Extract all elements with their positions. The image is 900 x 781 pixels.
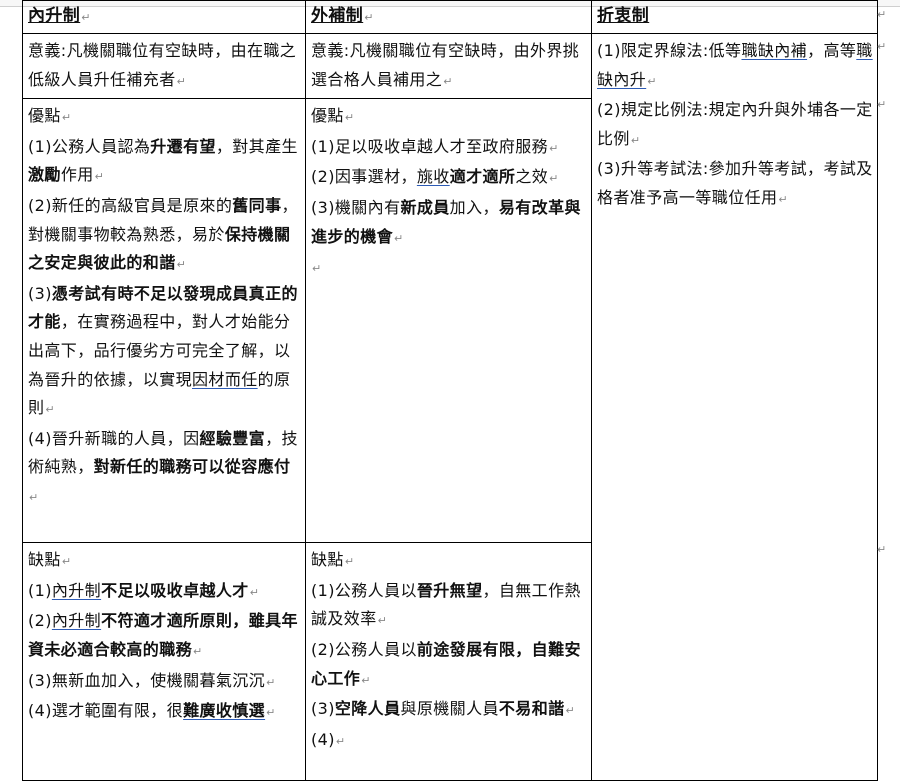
pros-external-item-2: (2)因事選材，旐收適才適所之效↵: [311, 167, 559, 187]
cons-external: 缺點↵ (1)公務人員以晉升無望，自無工作熱誠及效率↵ (2)公務人員以前途發展…: [305, 542, 592, 781]
pros-external-empty: ↵: [312, 262, 322, 276]
pros-external-title: 優點↵: [311, 106, 355, 126]
cons-external-item-4: (4)↵: [311, 729, 346, 749]
row-end-mark: ↵: [877, 40, 887, 53]
pros-internal-item-2: (2)新任的高級官員是原來的舊同事，對機關事物較為熟悉，易於保持機關之安定與彼此…: [28, 195, 298, 273]
pros-internal-item-3: (3)憑考試有時不足以發現成員真正的才能，在實務過程中，對人才始能分出高下，品行…: [28, 283, 298, 418]
row-end-mark: ↵: [877, 8, 887, 21]
cons-internal: 缺點↵ (1)內升制不足以吸收卓越人才↵ (2)內升制不符適才適所原則，雖具年資…: [22, 542, 306, 781]
pros-internal: 優點↵ (1)公務人員認為升遷有望，對其產生激勵作用↵ (2)新任的高級官員是原…: [22, 98, 306, 544]
header-row: 內升制↵ 外補制↵ 折衷制: [22, 0, 878, 34]
compromise-item-3: (3)升等考試法:參加升等考試，考試及格者准予高一等職位任用↵: [597, 159, 873, 207]
cons-external-title: 缺點↵: [311, 550, 355, 570]
meaning-row: 意義:凡機關職位有空缺時，由在職之低級人員升任補充者↵ 意義:凡機關職位有空缺時…: [22, 32, 878, 781]
header-internal: 內升制↵: [22, 0, 306, 34]
cons-external-item-1: (1)公務人員以晉升無望，自無工作熱誠及效率↵: [311, 580, 581, 629]
comparison-table: 內升制↵ 外補制↵ 折衷制 意義:凡機關職位有空缺時，由在職之低級人員升任補充者…: [22, 0, 878, 781]
compromise-cell: (1)限定界線法:低等職缺內補，高等職缺內升↵ (2)規定比例法:規定內升與外埔…: [591, 32, 878, 781]
header-external: 外補制↵: [305, 0, 592, 34]
cons-internal-item-3: (3)無新血加入，使機關暮氣沉沉↵: [28, 670, 276, 690]
pros-external-item-3: (3)機關內有新成員加入，易有改革與進步的機會↵: [311, 197, 581, 246]
cons-internal-item-1: (1)內升制不足以吸收卓越人才↵: [28, 580, 260, 600]
row-end-mark: ↵: [877, 543, 887, 556]
compromise-item-2: (2)規定比例法:規定內升與外埔各一定比例↵: [597, 100, 873, 148]
cons-internal-title: 缺點↵: [28, 550, 72, 570]
meaning-external: 意義:凡機關職位有空缺時，由外界挑選合格人員補用之↵: [305, 32, 592, 100]
pros-internal-title: 優點↵: [28, 106, 72, 126]
row-end-mark: ↵: [877, 98, 887, 111]
pros-internal-item-1: (1)公務人員認為升遷有望，對其產生激勵作用↵: [28, 136, 298, 185]
pros-external: 優點↵ (1)足以吸收卓越人才至政府服務↵ (2)因事選材，旐收適才適所之效↵ …: [305, 98, 592, 544]
cons-internal-item-4: (4)選才範圍有限，很難廣收慎選↵: [28, 701, 276, 721]
cons-external-item-3: (3)空降人員與原機關人員不易和諧↵: [311, 699, 576, 719]
pros-internal-item-4: (4)晉升新職的人員，因經驗豐富，技術純熟，對新任的職務可以從容應付↵: [28, 428, 298, 504]
header-compromise: 折衷制: [591, 0, 878, 34]
compromise-item-1: (1)限定界線法:低等職缺內補，高等職缺內升↵: [597, 41, 873, 89]
meaning-internal: 意義:凡機關職位有空缺時，由在職之低級人員升任補充者↵: [22, 32, 306, 100]
cons-external-item-2: (2)公務人員以前途發展有限，自難安心工作↵: [311, 639, 581, 688]
cons-internal-item-2: (2)內升制不符適才適所原則，雖具年資未必適合較高的職務↵: [28, 611, 298, 659]
pros-external-item-1: (1)足以吸收卓越人才至政府服務↵: [311, 136, 559, 156]
